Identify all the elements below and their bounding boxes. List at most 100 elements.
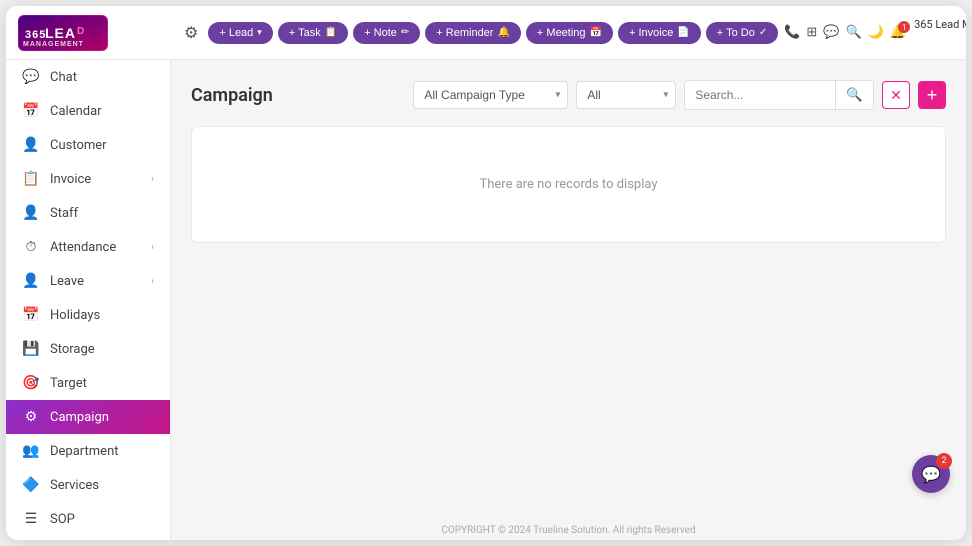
store-name-line1: 365 Lead Management [914, 18, 966, 32]
page-title: Campaign [191, 85, 273, 106]
grid-icon[interactable]: ⊞ [806, 25, 817, 40]
float-chat-icon: 💬 [921, 465, 941, 484]
sidebar-item-attendance[interactable]: ⏱ Attendance › [6, 230, 170, 264]
task-label: + Task [289, 27, 321, 39]
content-inner: Campaign All Campaign Type ▾ All ▾ � [171, 60, 966, 521]
footer-text: COPYRIGHT © 2024 Trueline Solution. All … [441, 525, 695, 536]
sidebar-label-department: Department [50, 444, 119, 459]
main-layout: 💬 Chat 📅 Calendar 👤 Customer 📋 Invoice ›… [6, 60, 966, 540]
todo-label: + To Do [717, 27, 755, 39]
meeting-label: + Meeting [537, 27, 586, 39]
clear-button[interactable]: ✕ [882, 81, 910, 109]
storage-icon: 💾 [22, 341, 40, 357]
sidebar-item-invoice[interactable]: 📋 Invoice › [6, 162, 170, 196]
sidebar-item-chat[interactable]: 💬 Chat [6, 60, 170, 94]
reminder-label: + Reminder [436, 27, 493, 39]
search-input[interactable] [685, 82, 835, 108]
content-area: Campaign All Campaign Type ▾ All ▾ � [171, 60, 966, 540]
sidebar-item-staff[interactable]: 👤 Staff [6, 196, 170, 230]
sidebar-item-services[interactable]: 🔷 Services [6, 468, 170, 502]
footer: COPYRIGHT © 2024 Trueline Solution. All … [171, 521, 966, 540]
sidebar-label-holidays: Holidays [50, 308, 100, 323]
sidebar-item-calendar[interactable]: 📅 Calendar [6, 94, 170, 128]
sidebar-label-calendar: Calendar [50, 104, 102, 119]
task-button[interactable]: + Task 📋 [278, 22, 348, 44]
sidebar-label-sop: SOP [50, 512, 75, 527]
invoice-label: + Invoice [629, 27, 673, 39]
filter-group: All Campaign Type ▾ All ▾ 🔍 ✕ + [413, 80, 946, 110]
sidebar-item-department[interactable]: 👥 Department [6, 434, 170, 468]
user-info: 365 Lead Management Store A [914, 18, 966, 48]
svg-text:LEA: LEA [45, 25, 76, 41]
sidebar-item-customer[interactable]: 👤 Customer [6, 128, 170, 162]
leave-icon: 👤 [22, 273, 40, 289]
sidebar-label-attendance: Attendance [50, 240, 116, 255]
sidebar-item-sop[interactable]: ☰ SOP [6, 502, 170, 536]
chat-bubble-icon[interactable]: 💬 [823, 25, 839, 40]
add-campaign-button[interactable]: + [918, 81, 946, 109]
services-icon: 🔷 [22, 477, 40, 493]
campaign-type-filter-wrapper: All Campaign Type ▾ [413, 81, 568, 109]
campaign-icon: ⚙ [22, 409, 40, 425]
invoice-sidebar-icon: 📋 [22, 171, 40, 187]
sop-icon: ☰ [22, 511, 40, 527]
moon-icon[interactable]: 🌙 [868, 25, 884, 40]
staff-icon: 👤 [22, 205, 40, 221]
campaign-type-select[interactable]: All Campaign Type [413, 81, 568, 109]
empty-state: There are no records to display [191, 126, 946, 243]
sidebar-item-target[interactable]: 🎯 Target [6, 366, 170, 400]
sidebar: 💬 Chat 📅 Calendar 👤 Customer 📋 Invoice ›… [6, 60, 171, 540]
note-label: + Note [364, 27, 397, 39]
sidebar-label-leave: Leave [50, 274, 84, 289]
store-name-line2: Store [914, 33, 966, 47]
float-chat-badge: 2 [936, 453, 952, 469]
float-chat-button[interactable]: 💬 2 [912, 455, 950, 493]
reminder-button[interactable]: + Reminder 🔔 [425, 22, 521, 44]
holidays-icon: 📅 [22, 307, 40, 323]
bell-badge: 1 [898, 21, 910, 33]
note-button[interactable]: + Note ✏ [353, 22, 420, 44]
sidebar-label-customer: Customer [50, 138, 107, 153]
sidebar-item-holidays[interactable]: 📅 Holidays [6, 298, 170, 332]
invoice-button[interactable]: + Invoice 📄 [618, 22, 701, 44]
bell-icon[interactable]: 🔔 1 [890, 25, 906, 40]
svg-text:MANAGEMENT: MANAGEMENT [23, 41, 84, 48]
sidebar-label-storage: Storage [50, 342, 95, 357]
sidebar-item-storage[interactable]: 💾 Storage [6, 332, 170, 366]
customer-icon: 👤 [22, 137, 40, 153]
search-wrapper: 🔍 [684, 80, 874, 110]
phone-icon[interactable]: 📞 [784, 25, 800, 40]
logo-area: 365 LEA D MANAGEMENT [18, 15, 178, 51]
nav-icons: 📞 ⊞ 💬 🔍 🌙 🔔 1 [784, 25, 906, 40]
leave-chevron-icon: › [151, 276, 154, 287]
search-icon[interactable]: 🔍 [846, 25, 862, 40]
search-button[interactable]: 🔍 [835, 81, 873, 109]
sidebar-item-reports[interactable]: 📊 Reports [6, 536, 170, 540]
empty-message: There are no records to display [479, 177, 657, 192]
chat-icon: 💬 [22, 69, 40, 85]
department-icon: 👥 [22, 443, 40, 459]
attendance-icon: ⏱ [22, 239, 40, 255]
sidebar-label-campaign: Campaign [50, 410, 109, 425]
sidebar-label-target: Target [50, 376, 87, 391]
nav-buttons-group: + Lead ▾ + Task 📋 + Note ✏ + Reminder 🔔 … [208, 22, 778, 44]
meeting-button[interactable]: + Meeting 📅 [526, 22, 613, 44]
sidebar-item-leave[interactable]: 👤 Leave › [6, 264, 170, 298]
calendar-icon: 📅 [22, 103, 40, 119]
sidebar-label-invoice: Invoice [50, 172, 91, 187]
svg-text:365: 365 [25, 29, 46, 41]
lead-button[interactable]: + Lead ▾ [208, 22, 272, 44]
campaign-header: Campaign All Campaign Type ▾ All ▾ � [191, 80, 946, 110]
sidebar-item-campaign[interactable]: ⚙ Campaign [6, 400, 170, 434]
sidebar-label-staff: Staff [50, 206, 78, 221]
todo-button[interactable]: + To Do ✓ [706, 22, 778, 44]
status-filter-wrapper: All ▾ [576, 81, 676, 109]
lead-label: + Lead [219, 27, 253, 39]
sidebar-label-chat: Chat [50, 70, 77, 85]
svg-text:D: D [77, 26, 85, 37]
attendance-chevron-icon: › [151, 242, 154, 253]
top-settings-icon[interactable]: ⚙ [184, 23, 198, 43]
status-select[interactable]: All [576, 81, 676, 109]
sidebar-label-services: Services [50, 478, 99, 493]
top-navigation: 365 LEA D MANAGEMENT ⚙ + Lead ▾ + Task 📋… [6, 6, 966, 60]
